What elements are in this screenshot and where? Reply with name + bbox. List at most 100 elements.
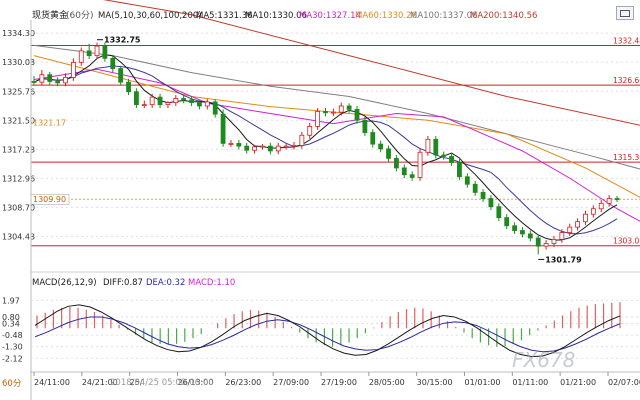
price-tick-label: 1312.96 — [2, 174, 35, 183]
price-tick-label: 1325.76 — [2, 87, 35, 96]
macd-tick-label: 0.34 — [2, 319, 20, 328]
candle-body — [204, 101, 210, 107]
candle-body — [220, 113, 226, 144]
candle-body — [181, 98, 187, 101]
period-label: (60分) — [66, 10, 93, 21]
candle-body — [307, 126, 313, 136]
ma100-legend: MA100:1337.06 — [410, 11, 477, 21]
candle-body — [449, 155, 454, 163]
macd-tick-label: -0.48 — [2, 331, 23, 340]
candle-body — [118, 68, 124, 83]
candle — [315, 108, 321, 130]
level-label: 1326.66 — [613, 76, 640, 85]
candle-body — [425, 138, 431, 153]
level-label: 1332.48 — [613, 37, 640, 46]
candle-body — [575, 221, 581, 228]
candle-body — [197, 102, 202, 107]
maximize-button[interactable] — [616, 6, 634, 20]
current-price-label: 1309.90 — [33, 195, 66, 204]
candle-body — [330, 111, 336, 114]
candle-body — [614, 198, 620, 200]
candle-body — [236, 143, 242, 147]
candle-body — [590, 208, 596, 215]
candle — [220, 109, 226, 147]
macd-legend: MACD(26,12,9) DIFF:0.87 DEA:0.32 MACD:1.… — [32, 278, 235, 288]
candle — [433, 135, 439, 159]
candle-body — [527, 233, 533, 239]
candle-body — [409, 174, 415, 178]
candle-body — [228, 143, 234, 145]
candle-body — [504, 217, 510, 227]
candle-body — [346, 105, 352, 110]
candle-body — [323, 111, 328, 114]
price-tick-label: 1304.43 — [2, 232, 35, 241]
candle-body — [457, 162, 462, 178]
macd-tick-label: 1.97 — [2, 296, 20, 305]
candle-body — [488, 198, 494, 208]
x-tick-label: 30/15:00 — [417, 378, 453, 387]
candle-body — [47, 74, 53, 82]
macd-legend-value: MACD:1.10 — [188, 278, 235, 288]
candle-body — [338, 105, 344, 113]
candle-body — [275, 145, 281, 152]
left-price-annotation: 1321.17 — [33, 119, 66, 128]
price-tick-label: 1308.70 — [2, 203, 35, 212]
candle-body — [78, 50, 84, 63]
candle-body — [370, 132, 376, 145]
x-tick-label: 24/11:00 — [34, 378, 70, 387]
x-tick-label: 27/09:00 — [273, 378, 309, 387]
candle-body — [291, 145, 297, 147]
x-tick-label: 28/05:00 — [369, 378, 405, 387]
diff-legend: DIFF:0.87 — [103, 278, 143, 288]
high-label: 1332.75 — [104, 36, 141, 45]
ma10-legend: MA10:1330.06 — [245, 11, 307, 21]
candle-body — [512, 225, 517, 231]
candle-body — [55, 81, 61, 84]
x-tick-label: 26/23:00 — [225, 378, 261, 387]
candle-body — [567, 226, 573, 233]
x-tick-label: 01/11:00 — [512, 378, 548, 387]
dea-legend: DEA:0.32 — [146, 278, 185, 288]
candle-body — [417, 151, 423, 178]
candle-body — [496, 206, 502, 218]
price-tick-label: 1321.50 — [2, 116, 35, 125]
ma60-legend: MA60:1330.26 — [355, 11, 417, 21]
candle-body — [559, 232, 565, 240]
candle-body — [551, 238, 557, 244]
candle-body — [315, 111, 321, 127]
candle-body — [134, 91, 139, 106]
candle-body — [86, 50, 92, 57]
candle-body — [433, 138, 439, 156]
candle-body — [189, 99, 194, 103]
price-tick-label: 1317.23 — [2, 145, 35, 154]
candle-body — [31, 81, 37, 83]
price-tick-label: 1334.30 — [2, 29, 35, 38]
symbol-label: 现货黄金 — [32, 9, 68, 21]
candle-body — [165, 102, 171, 106]
x-tick-label: 01/21:00 — [560, 378, 596, 387]
candle-body — [141, 104, 147, 107]
ma200-legend: MA200:1340.56 — [470, 11, 537, 21]
candle-body — [535, 237, 541, 247]
candle-body — [362, 119, 368, 133]
date-range-overlay: 2018/04/25 05:00-06:00 — [110, 378, 214, 388]
candle-body — [39, 74, 45, 83]
candle — [457, 159, 462, 181]
low-label: 1301.79 — [545, 255, 582, 264]
candle-body — [173, 98, 179, 103]
candle-body — [394, 157, 399, 169]
ma-prefix: MA(5,10,30,60,100,200) — [98, 11, 202, 21]
ma30-legend: MA30:1327.14 — [299, 11, 361, 21]
period-corner-label: 60分 — [2, 379, 22, 389]
candle — [417, 148, 423, 181]
candle-body — [126, 81, 131, 93]
candle-body — [598, 202, 604, 210]
x-tick-label: 27/19:00 — [321, 378, 357, 387]
candle-body — [401, 167, 407, 176]
candle-body — [480, 192, 486, 199]
candle-body — [543, 243, 549, 247]
candle-body — [244, 145, 250, 151]
x-tick-label: 01/01:00 — [465, 378, 501, 387]
candle-body — [472, 183, 478, 193]
candle-body — [583, 213, 588, 223]
